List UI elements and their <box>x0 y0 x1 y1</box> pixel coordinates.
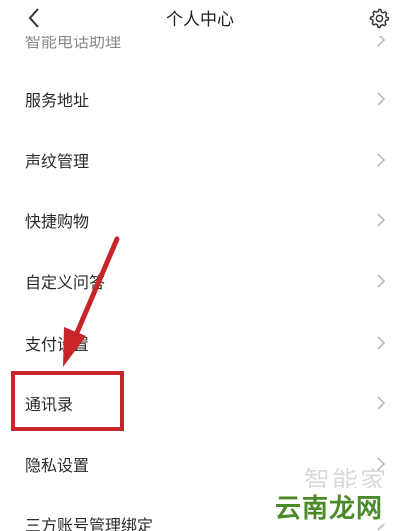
list-item-third-party-accounts[interactable]: 三方账号管理绑定 <box>0 494 400 531</box>
chevron-right-icon <box>377 274 386 288</box>
list-item-label: 自定义问答 <box>25 273 106 292</box>
page-title: 个人中心 <box>166 10 234 30</box>
chevron-right-icon <box>377 92 386 106</box>
chevron-right-icon <box>377 336 386 350</box>
list-item-contacts[interactable]: 通讯录 <box>0 373 400 433</box>
gear-icon <box>369 8 390 29</box>
chevron-right-icon <box>377 457 386 471</box>
chevron-right-icon <box>377 396 386 410</box>
list-item-service-address[interactable]: 服务地址 <box>0 69 400 129</box>
chevron-right-icon <box>377 153 386 167</box>
list-item-label: 隐私设置 <box>25 456 90 475</box>
list-item-label: 快捷购物 <box>25 212 90 231</box>
list-item-label: 声纹管理 <box>25 152 90 171</box>
settings-button[interactable] <box>366 5 392 31</box>
list-item-label: 服务地址 <box>25 91 90 110</box>
chevron-right-icon <box>377 517 386 531</box>
list-item-privacy-settings[interactable]: 隐私设置 <box>0 434 400 494</box>
list-item-voiceprint[interactable]: 声纹管理 <box>0 130 400 190</box>
list-item-label: 支付设置 <box>25 335 90 354</box>
list-item-custom-qa[interactable]: 自定义问答 <box>0 251 400 311</box>
list-item-payment-settings[interactable]: 支付设置 <box>0 313 400 373</box>
list-item-quick-shopping[interactable]: 快捷购物 <box>0 190 400 250</box>
list-item-label: 通讯录 <box>25 395 74 414</box>
top-bar: 个人中心 <box>0 0 400 36</box>
screen: 智能电话助理 服务地址 声纹管理 快捷购物 自定义问答 支付设置 通讯录 隐私设… <box>0 0 400 531</box>
list-item-label: 三方账号管理绑定 <box>25 516 154 531</box>
chevron-right-icon <box>377 213 386 227</box>
